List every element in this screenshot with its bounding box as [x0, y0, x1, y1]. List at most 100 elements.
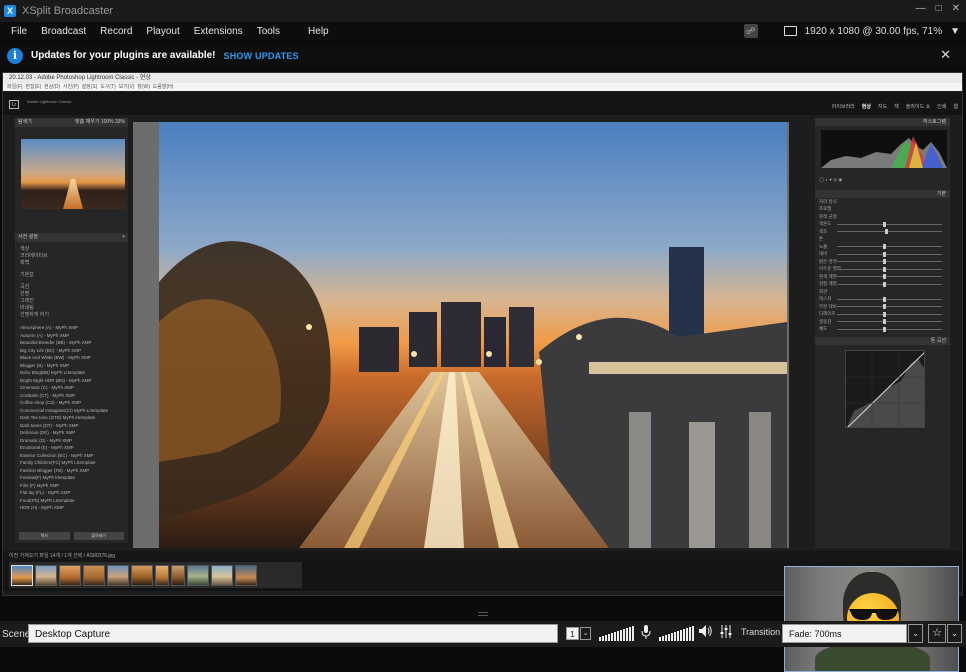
preset-item[interactable]: Festival(F) MyPh lrtemplate — [20, 474, 128, 482]
preset-item[interactable]: Delicious (DE) - MyPh XMP — [20, 429, 128, 437]
filmstrip-thumbnail[interactable] — [107, 564, 129, 586]
basic-slider[interactable] — [837, 281, 942, 288]
preset-item[interactable]: Fashion Blogger (FB) - MyPh XMP — [20, 467, 128, 475]
presets-header[interactable]: 사전 설정 + — [15, 233, 128, 242]
histogram-header[interactable]: 히스토그램 — [815, 118, 950, 126]
filmstrip-thumbnail[interactable] — [155, 564, 169, 586]
preset-item[interactable]: Cocktails (CT) - MyPh XMP — [20, 392, 128, 400]
preset-item[interactable]: Family Children(FC) MyPh Lrtemplate — [20, 459, 128, 467]
filmstrip-thumbnail[interactable] — [211, 564, 233, 586]
transition-chevron-down-icon[interactable]: ⌄ — [908, 624, 923, 643]
preset-group[interactable]: 선명 — [20, 291, 128, 298]
menu-extensions[interactable]: Extensions — [187, 26, 250, 37]
preset-item[interactable]: Bright Night HDR (BN) - MyPh XMP — [20, 377, 128, 385]
resolution-display[interactable]: 1920 x 1080 @ 30.00 fps, 71% — [805, 26, 942, 37]
basic-slider[interactable] — [837, 311, 942, 318]
preset-group[interactable]: 색상 — [20, 246, 128, 253]
copy-button[interactable]: 복사 — [19, 532, 70, 540]
filmstrip-thumbnail[interactable] — [59, 564, 81, 586]
preset-item[interactable]: Coffee shop (CS) - MyPh XMP — [20, 399, 128, 407]
filmstrip-thumbnail[interactable] — [131, 564, 153, 586]
basic-slider[interactable] — [837, 326, 942, 333]
maximize-icon[interactable]: □ — [936, 3, 942, 14]
menu-file[interactable]: File — [0, 26, 34, 37]
scene-number[interactable]: 1 — [566, 627, 579, 640]
basic-slider[interactable] — [837, 296, 942, 303]
scene-chevron-down-icon[interactable]: ⌄ — [580, 627, 591, 640]
filmstrip-thumbnail[interactable] — [171, 564, 185, 586]
basic-slider[interactable] — [837, 221, 942, 228]
mixer-icon[interactable] — [718, 625, 734, 642]
preset-item[interactable]: Black And White (BW) - MyPh XMP — [20, 354, 128, 362]
module-web[interactable]: 웹 — [953, 103, 958, 110]
preset-item[interactable]: Blogger (B) - MyPh XMP — [20, 362, 128, 370]
paste-button[interactable]: 붙여넣기 — [73, 532, 124, 540]
basic-slider[interactable] — [837, 266, 942, 273]
share-icon[interactable]: ☍ — [743, 24, 758, 38]
preset-item[interactable]: Big City Life (BC) - MyPh XMP — [20, 347, 128, 355]
preset-item[interactable]: Boho Blog(BB) MyPh Lrtemplate — [20, 369, 128, 377]
preset-item[interactable]: Dark Tea tone (DTD) MyPh lrtemplate — [20, 414, 128, 422]
preset-item[interactable]: Commercial Instagram(CI) MyPh Lrtemplate — [20, 407, 128, 415]
preset-group[interactable]: 비네팅 — [20, 305, 128, 312]
preset-item[interactable]: Atmosphere (A) - MyPh XMP — [20, 324, 128, 332]
basic-slider[interactable] — [837, 243, 942, 250]
filmstrip-thumbnail[interactable] — [235, 564, 257, 586]
photo-preview[interactable] — [133, 122, 789, 548]
tone-curve-header[interactable]: 톤 곡선 — [815, 336, 950, 345]
preset-item[interactable]: Autumn (A) - MyPh XMP — [20, 332, 128, 340]
preset-group[interactable]: 흑백 — [20, 260, 128, 267]
module-map[interactable]: 지도 — [878, 103, 887, 110]
preset-group[interactable]: 그레인 — [20, 298, 128, 305]
preset-group[interactable]: 크리에이티브 — [20, 253, 128, 260]
star-icon[interactable]: ☆ — [928, 624, 946, 643]
preset-item[interactable]: Cinematic (C) - MyPh XMP — [20, 384, 128, 392]
preset-group[interactable]: 기본값 — [20, 272, 128, 279]
minimize-icon[interactable]: — — [916, 3, 926, 14]
menu-playout[interactable]: Playout — [139, 26, 186, 37]
preset-item[interactable]: Beautiful Breeder (BB) - MyPh XMP — [20, 339, 128, 347]
scene-name-field[interactable]: Desktop Capture — [28, 624, 558, 643]
basic-slider[interactable] — [837, 273, 942, 280]
filmstrip-thumbnail[interactable] — [35, 564, 57, 586]
menu-help[interactable]: Help — [301, 26, 336, 37]
webcam-overlay[interactable] — [784, 566, 959, 672]
preset-item[interactable]: Film (F) MyPh XMP — [20, 482, 128, 490]
basic-slider[interactable] — [837, 228, 942, 235]
filmstrip-thumbnail[interactable] — [11, 564, 33, 586]
close-icon[interactable]: ✕ — [940, 47, 951, 63]
tool-strip[interactable]: ◯ ◐ ● ◎ ◉ — [815, 176, 950, 184]
menu-record[interactable]: Record — [93, 26, 139, 37]
close-window-icon[interactable]: ✕ — [952, 3, 960, 14]
menu-tools[interactable]: Tools — [250, 26, 287, 37]
chevron-down-icon[interactable]: ⌄ — [947, 624, 962, 643]
basic-header[interactable]: 기본 — [815, 189, 950, 198]
preset-item[interactable]: Exterior Collection (EC) - MyPh XMP — [20, 452, 128, 460]
preset-item[interactable]: Dramatic (D) - MyPh XMP — [20, 437, 128, 445]
navigator-thumbnail[interactable] — [21, 139, 125, 209]
basic-slider[interactable] — [837, 251, 942, 258]
preset-group[interactable]: 선명하게 하기 — [20, 312, 128, 319]
module-print[interactable]: 인쇄 — [937, 103, 946, 110]
module-library[interactable]: 라이브러리 — [832, 103, 855, 110]
show-updates-link[interactable]: SHOW UPDATES — [224, 51, 299, 61]
preset-item[interactable]: Flat lay (FL) - MyPh XMP — [20, 489, 128, 497]
basic-slider[interactable] — [837, 318, 942, 325]
chevron-down-icon[interactable]: ▼ — [950, 26, 960, 37]
microphone-icon[interactable] — [638, 625, 654, 642]
module-book[interactable]: 책 — [894, 103, 899, 110]
filmstrip-thumbnail[interactable] — [187, 564, 209, 586]
filmstrip-thumbnail[interactable] — [83, 564, 105, 586]
preset-item[interactable]: Food(FD) MyPh Lrtemplate — [20, 497, 128, 505]
preset-item[interactable]: HDR (H) - MyPh XMP — [20, 504, 128, 512]
preset-item[interactable]: Emotional (E) - MyPh XMP — [20, 444, 128, 452]
navigator-header[interactable]: 탐색기 맞춤 채우기 100% 33% — [15, 118, 128, 127]
speaker-icon[interactable] — [698, 625, 714, 642]
module-slideshow[interactable]: 슬라이드 쇼 — [906, 103, 930, 110]
resize-grip[interactable] — [478, 612, 488, 616]
basic-slider[interactable] — [837, 303, 942, 310]
module-develop[interactable]: 현상 — [862, 103, 871, 110]
basic-slider[interactable] — [837, 258, 942, 265]
menu-broadcast[interactable]: Broadcast — [34, 26, 93, 37]
transition-select[interactable]: Fade: 700ms — [782, 624, 907, 643]
